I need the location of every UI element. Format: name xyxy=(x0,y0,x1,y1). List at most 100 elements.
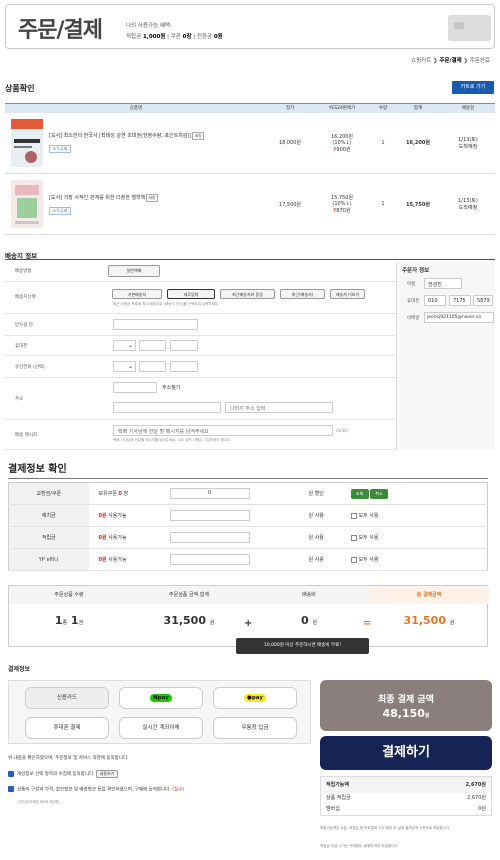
breadcrumb-complete: 주문완료 xyxy=(469,58,490,64)
benefit-title: 나의 사용가능 혜택: xyxy=(126,23,172,29)
points-note-1: 적립가능액은 쿠폰, 적립금 등 보조결제 수단 제외 후 실제 결제금액 기준… xyxy=(320,826,451,830)
phone-pay-option[interactable]: 휴대폰 결제 xyxy=(25,717,109,739)
recipient-input[interactable] xyxy=(113,319,198,330)
breadcrumb-cart[interactable]: 쇼핑카트 xyxy=(411,58,431,64)
coupon-amount-input[interactable]: 0 xyxy=(169,488,250,499)
points-all-checkbox[interactable] xyxy=(350,534,357,541)
breadcrumb-checkout: 주문/결제 xyxy=(439,58,462,64)
credit-card-option[interactable]: 신용카드 xyxy=(25,687,109,709)
sale-price-cell: 16,200원 (10%↓) P900원 xyxy=(313,112,371,174)
table-row: [도서] 가장 사적인 관계를 위한 다정한 철학책 새창 소득공제 17,500… xyxy=(5,173,495,235)
ship-method-button[interactable]: 일반택배 xyxy=(108,265,160,277)
orderer-phone-last[interactable]: 5879 xyxy=(473,295,493,306)
product-table: 상품명 정가 YES24판매가 수량 합계 배송일 [도서] 최소한의 한국사 … xyxy=(5,103,495,235)
product-name[interactable]: [도서] 최소한의 한국사 [최태성 강연 초대권(한정수량, 포인트차감)] xyxy=(49,133,191,139)
kakaopay-option[interactable]: ●pay xyxy=(213,687,297,709)
coupon-row: 교환권/쿠폰 보유쿠폰 0 장 0 원 할인 조회 취소 xyxy=(8,482,488,505)
quantity: 1 xyxy=(371,112,395,174)
discount-table: 교환권/쿠폰 보유쿠폰 0 장 0 원 할인 조회 취소 예치금 0원 사용가능… xyxy=(8,482,488,571)
agree-purchase: 상품의 구성과 가격, 할인정보 및 배송정보 등을 확인하였으며, 구매에 동… xyxy=(8,786,184,793)
address-option-new[interactable]: 새로입력 xyxy=(167,289,215,299)
page-title: 주문/결제 xyxy=(18,18,103,43)
list-price: 17,500원 xyxy=(267,173,313,235)
ypay-row: YP e머니 0원 사용가능 원 사용 모두 사용 xyxy=(8,548,488,571)
orderer-phone-mid[interactable]: 7175 xyxy=(449,295,471,306)
sale-price-cell: 15,750원 (10%↓) P870원 xyxy=(313,173,371,235)
summary-total: 31,500 원 xyxy=(403,614,455,627)
agree-privacy: 개인정보 선택 항목의 수집에 동의합니다. 내용보기 xyxy=(8,770,118,778)
tax-flag: 소득공제 xyxy=(49,206,71,215)
payment-title: 결제정보 xyxy=(8,666,31,673)
message-row: 배송 메시지 택배 기사님께 전달 할 메시지를 남겨주세요 (0/30) 택배… xyxy=(5,420,395,450)
purchase-checkbox[interactable] xyxy=(8,786,14,792)
address-row: 주소 주소찾기 나머지 주소 입력 xyxy=(5,378,395,420)
new-window-tag[interactable]: 새창 xyxy=(146,193,158,202)
address-option-recent[interactable]: 최근배송지와 동일 xyxy=(220,289,275,299)
orderer-email-input[interactable]: jeonsj921105@naver.co xyxy=(424,312,494,323)
list-price: 18,000원 xyxy=(267,112,313,174)
ypay-all-checkbox[interactable] xyxy=(350,556,357,563)
mobile-last-input[interactable] xyxy=(170,340,198,351)
deposit-row: 예치금 0원 사용가능 원 사용 모두 사용 xyxy=(8,504,488,527)
ypay-input[interactable] xyxy=(169,554,250,565)
address-main-input[interactable] xyxy=(113,402,221,413)
points-input[interactable] xyxy=(169,532,250,543)
ship-date: 1/13(토) 도착예정 xyxy=(441,173,495,235)
zipcode-input[interactable] xyxy=(113,382,157,393)
payment-methods: 신용카드 Npay ●pay 휴대폰 결제 실시간 계좌이체 무통장 입금 xyxy=(8,680,311,744)
summary-quantity: 1종 1권 xyxy=(54,614,84,627)
product-table-header: 상품명 정가 YES24판매가 수량 합계 배송일 xyxy=(5,103,495,113)
final-amount-box: 최종 결제 금액 48,150원 xyxy=(320,680,492,731)
address-search-button[interactable]: 주소찾기 xyxy=(162,384,180,391)
book-cover-2[interactable] xyxy=(11,180,43,228)
deposit-all-checkbox[interactable] xyxy=(350,512,357,519)
orderer-phone-prefix[interactable]: 010 xyxy=(424,295,446,306)
pay-button[interactable]: 결제하기 xyxy=(320,736,492,770)
privacy-view-button[interactable]: 내용보기 xyxy=(95,770,118,778)
payinfo-title: 결제정보 확인 xyxy=(8,464,67,475)
tel-mid-input[interactable] xyxy=(139,361,166,372)
summary-shipping: 0 원 xyxy=(300,614,318,627)
address-detail-input[interactable]: 나머지 주소 입력 xyxy=(225,402,333,413)
address-option-default[interactable]: 기본배송지 xyxy=(112,289,162,299)
recipient-row: 받으실 분 xyxy=(5,314,395,336)
product-image[interactable] xyxy=(5,112,49,174)
tel-last-input[interactable] xyxy=(170,361,198,372)
address-option-last[interactable]: 최근(배송지) xyxy=(280,289,325,299)
new-window-tag[interactable]: 새창 xyxy=(192,132,204,141)
kakaopay-icon: ●pay xyxy=(244,694,266,702)
privacy-checkbox[interactable] xyxy=(8,770,14,777)
mobile-row: 휴대폰 ⌄ xyxy=(5,336,395,356)
points-note-2: 적립금 지급 시기는 구매완료 상태에 따라 지급됩니다. xyxy=(320,844,399,848)
coupon-cancel-button[interactable]: 취소 xyxy=(370,488,389,499)
table-row: [도서] 최소한의 한국사 [최태성 강연 초대권(한정수량, 포인트차감)] 새… xyxy=(5,112,495,174)
points-row: 적립금 0원 사용가능 원 사용 모두 사용 xyxy=(8,526,488,549)
orderer-panel: 주문자 정보 이름 전성진 휴대폰 010 7175 5879 이메일 jeon… xyxy=(396,262,495,450)
card-icon xyxy=(448,15,491,41)
summary-amount: 31,500 원 xyxy=(163,614,215,627)
tel-row: 유선전화 (선택) ⌄ xyxy=(5,356,395,378)
mobile-prefix-select[interactable]: ⌄ xyxy=(113,340,136,351)
tax-flag: 소득공제 xyxy=(49,145,71,154)
item-total: 15,750원 xyxy=(395,173,441,235)
coupon-inquiry-button[interactable]: 조회 xyxy=(350,488,369,499)
breadcrumb: 쇼핑카트 ❯ 주문/결제 ❯ 주문완료 xyxy=(411,58,490,64)
free-shipping-tooltip: 10,000원 이상 주문하시면 배송비 무료! xyxy=(236,638,369,654)
points-panel: 적립가능액 2,670원 상품 적립금 2,670원 멤버십 0원 xyxy=(320,776,492,816)
quantity: 1 xyxy=(371,173,395,235)
product-image[interactable] xyxy=(5,173,49,235)
product-name[interactable]: [도서] 가장 사적인 관계를 위한 다정한 철학책 xyxy=(49,195,145,201)
mobile-mid-input[interactable] xyxy=(139,340,166,351)
ship-date: 1/13(토) 도착예정 xyxy=(441,112,495,174)
go-to-cart-button[interactable]: 카트로 가기 xyxy=(452,81,494,94)
bank-deposit-option[interactable]: 무통장 입금 xyxy=(213,717,297,739)
orderer-name-input[interactable]: 전성진 xyxy=(424,278,462,289)
book-cover-1[interactable] xyxy=(11,118,43,167)
delivery-message-input[interactable]: 택배 기사님께 전달 할 메시지를 남겨주세요 xyxy=(113,425,333,436)
ship-method-row: 배송방법 일반택배 xyxy=(5,260,395,282)
address-more-button[interactable]: 배송지 더보기 xyxy=(330,289,365,299)
realtime-transfer-option[interactable]: 실시간 계좌이체 xyxy=(119,717,203,739)
tel-prefix-select[interactable]: ⌄ xyxy=(113,361,136,372)
deposit-input[interactable] xyxy=(169,510,250,521)
naverpay-option[interactable]: Npay xyxy=(119,687,203,709)
